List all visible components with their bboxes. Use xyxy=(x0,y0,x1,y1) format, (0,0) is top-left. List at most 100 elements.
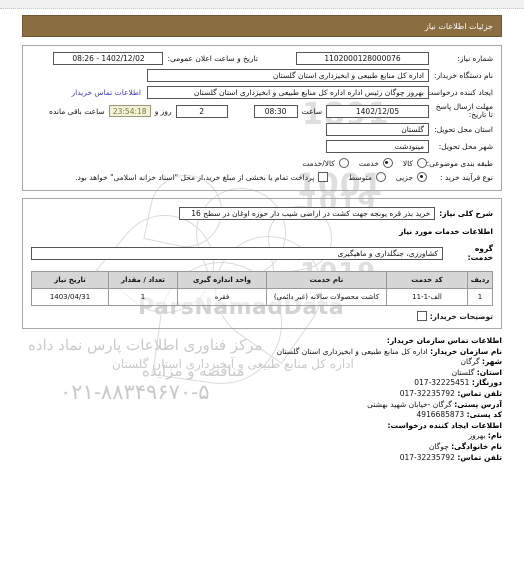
contact-province-value: گلستان xyxy=(451,367,475,377)
description-panel: شرح کلی نیاز: خرید بذر قره یونجه جهت کشت… xyxy=(22,198,502,329)
deadline-time: 08:30 xyxy=(253,104,298,118)
category-option-label: کالا/خدمت xyxy=(302,158,335,168)
page-top-divider xyxy=(0,0,524,9)
contact-org-name-value: اداره کل منابع طبیعی و ابخیزداری استان گ… xyxy=(276,346,428,356)
city-row: شهر محل تحویل: مینودشت xyxy=(31,140,493,153)
city-label: شهر محل تحویل: xyxy=(438,142,493,151)
buyer-notes-label: توضیحات خریدار: xyxy=(429,311,493,321)
col-service-code: کد خدمت xyxy=(386,271,468,289)
deadline-time-label: ساعت xyxy=(301,106,322,116)
col-quantity: تعداد / مقدار xyxy=(108,271,178,289)
province-label: استان محل تحویل: xyxy=(434,125,493,134)
cell-service-name: کاشت محصولات سالانه (غیر دائمی) xyxy=(266,288,387,306)
remaining-suffix: ساعت باقی مانده xyxy=(49,106,105,116)
contact-phone-value: 32235792-017 xyxy=(399,388,455,398)
cell-quantity: 1 xyxy=(108,288,178,306)
col-index: ردیف xyxy=(467,271,493,289)
service-group-label: گروه خدمت: xyxy=(467,244,493,262)
radio-kala-icon[interactable] xyxy=(417,158,427,168)
contact-province-row: استان: گلستان xyxy=(22,368,502,379)
table-header-row: ردیف کد خدمت نام خدمت واحد اندازه گیری ت… xyxy=(31,271,493,289)
radio-jozii-icon[interactable] xyxy=(417,172,427,182)
contact-first-name-value: بهروز xyxy=(468,431,486,441)
contact-phone-label: تلفن تماس: xyxy=(457,388,502,398)
radio-khedmat-icon[interactable] xyxy=(382,158,393,168)
buyer-org-label: نام دستگاه خریدار: xyxy=(433,71,493,80)
table-row: 1 الف-1-11 کاشت محصولات سالانه (غیر دائم… xyxy=(31,288,493,306)
radio-kala-khedmat-icon[interactable] xyxy=(338,158,349,168)
category-option-label: کالا xyxy=(402,158,413,168)
buyer-org-value: اداره کل منابع طبیعی و ابخیزداری استان گ… xyxy=(147,69,429,82)
process-option-label: جزیی xyxy=(395,172,413,182)
category-option-kala[interactable]: کالا xyxy=(403,158,429,168)
process-option-jozii[interactable]: جزیی xyxy=(396,172,429,182)
col-need-date: تاریخ نیاز xyxy=(31,271,109,289)
cell-unit: فقره xyxy=(177,288,267,306)
contact-city-row: شهر: گرگان xyxy=(22,357,502,368)
announce-datetime-value: 1402/12/02 - 08:26 xyxy=(53,52,164,65)
payment-checkbox-label: پرداخت تمام یا بخشی از مبلغ خرید،از محل … xyxy=(75,172,315,182)
radio-motavaset-icon[interactable] xyxy=(375,172,386,182)
contact-phone-row: تلفن تماس: 32235792-017 xyxy=(22,389,502,400)
contact-province-label: استان: xyxy=(476,367,502,377)
contact-creator-phone-value: 32235792-017 xyxy=(399,452,455,462)
deadline-date: 1402/12/05 xyxy=(326,104,429,118)
header-panel: شماره نیاز: 1102000128000076 تاریخ و ساع… xyxy=(22,45,502,191)
category-option-khedmat[interactable]: خدمت xyxy=(359,158,395,168)
contact-last-name-label: نام خانوادگی: xyxy=(451,441,502,451)
services-section-title: اطلاعات خدمات مورد نیاز xyxy=(399,227,493,236)
remaining-days: 2 xyxy=(175,104,228,118)
contact-city-label: شهر: xyxy=(482,357,502,367)
contact-city-value: گرگان xyxy=(460,357,480,367)
contact-address-label: آدرس پستی: xyxy=(454,399,502,409)
contact-org-name-row: نام سازمان خریدار: اداره کل منابع طبیعی … xyxy=(22,347,502,358)
contact-first-name-label: نام: xyxy=(487,431,502,441)
summary-label: شرح کلی نیاز: xyxy=(439,209,493,218)
contact-first-name-row: نام: بهروز xyxy=(22,431,502,442)
creator-value: بهروز چوگان رئیس اداره اداره کل منابع طب… xyxy=(147,86,429,99)
contact-section: اطلاعات تماس سازمان خریدار: نام سازمان خ… xyxy=(22,336,502,463)
contact-last-name-value: چوگان xyxy=(428,441,449,451)
payment-checkbox-option[interactable]: پرداخت تمام یا بخشی از مبلغ خرید،از محل … xyxy=(75,172,330,182)
contact-fax-value: 32225451-017 xyxy=(414,378,470,388)
items-table: ردیف کد خدمت نام خدمت واحد اندازه گیری ت… xyxy=(31,271,493,306)
contact-org-name-label: نام سازمان خریدار: xyxy=(430,346,502,356)
category-label: طبقه بندی موضوعی: xyxy=(426,158,493,168)
province-value: گلستان xyxy=(326,123,429,136)
deadline-label: مهلت ارسال پاسخ تا تاریخ: xyxy=(435,102,493,119)
cell-index: 1 xyxy=(467,288,493,306)
need-details-page: جزئیات اطلاعات نیاز شماره نیاز: 11020001… xyxy=(0,0,524,463)
cell-service-code: الف-1-11 xyxy=(386,288,468,306)
deadline-row: مهلت ارسال پاسخ تا تاریخ: 1402/12/05 ساع… xyxy=(31,103,493,119)
process-option-label: متوسط xyxy=(348,172,372,182)
contact-creator-phone-row: تلفن تماس: 32235792-017 xyxy=(22,453,502,464)
process-label: نوع فرآیند خرید : xyxy=(439,172,493,182)
page-title: جزئیات اطلاعات نیاز xyxy=(22,15,502,37)
remaining-clock: 23:54:18 xyxy=(108,105,151,117)
service-group-row: گروه خدمت: کشاورزی، جنگلداری و ماهیگیری xyxy=(31,244,493,262)
contact-org-section-title: اطلاعات تماس سازمان خریدار: xyxy=(386,336,502,345)
city-value: مینودشت xyxy=(326,140,429,153)
buyer-notes-checkbox-icon[interactable] xyxy=(416,311,427,321)
buyer-notes-row[interactable]: توضیحات خریدار: xyxy=(31,311,493,321)
process-option-motavaset[interactable]: متوسط xyxy=(348,172,388,182)
contact-creator-section-title: اطلاعات ایجاد کننده درخواست: xyxy=(387,420,503,430)
contact-fax-row: دورنگار: 32225451-017 xyxy=(22,378,502,389)
cell-need-date: 1403/04/31 xyxy=(31,288,109,306)
announce-datetime-label: تاریخ و ساعت اعلان عمومی: xyxy=(167,54,258,63)
need-number-row: شماره نیاز: 1102000128000076 تاریخ و ساع… xyxy=(31,52,493,65)
contact-postal-code-value: 4916685873 xyxy=(416,410,465,420)
contact-postal-code-label: کد پستی: xyxy=(466,410,502,420)
need-number-label: شماره نیاز: xyxy=(457,54,493,63)
category-option-label: خدمت xyxy=(358,158,379,168)
buyer-contact-link[interactable]: اطلاعات تماس خریدار xyxy=(66,88,148,97)
col-unit: واحد اندازه گیری xyxy=(177,271,267,289)
process-row: نوع فرآیند خرید : جزیی متوسط پرداخت تمام… xyxy=(31,172,493,182)
category-option-kala-khedmat[interactable]: کالا/خدمت xyxy=(302,158,351,168)
payment-checkbox-icon[interactable] xyxy=(318,172,329,182)
creator-label: ایجاد کننده درخواست: xyxy=(423,88,493,97)
contact-postal-code-row: کد پستی: 4916685873 xyxy=(22,410,502,421)
contact-creator-phone-label: تلفن تماس: xyxy=(457,452,502,462)
col-service-name: نام خدمت xyxy=(266,271,387,289)
province-row: استان محل تحویل: گلستان xyxy=(31,123,493,136)
